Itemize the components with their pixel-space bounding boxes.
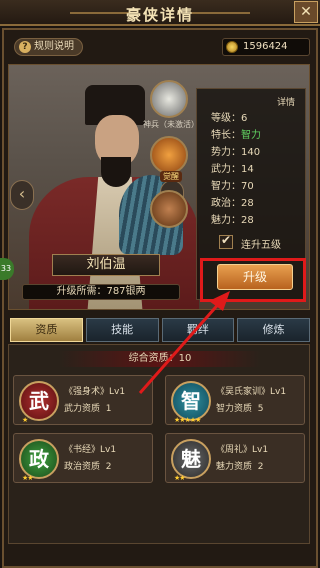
tab-training[interactable]: 修炼 — [237, 318, 310, 342]
details-header[interactable]: 详情 — [277, 95, 295, 108]
upgrade-five-checkbox[interactable] — [219, 233, 233, 249]
skill-name: 《吴氏家训》Lv1 — [216, 387, 287, 397]
tab-bar: 资质 技能 羁绊 修炼 — [10, 318, 310, 342]
title-bar: 豪侠详情 ✕ — [0, 0, 320, 26]
total-aptitude: 综合资质：10 — [59, 351, 261, 367]
skill-card-charm[interactable]: 魅 ★★ 《周礼》Lv1 魅力资质 2 — [165, 433, 305, 483]
horse-treasure-icon[interactable] — [150, 190, 188, 228]
skill-card-politics[interactable]: 政 ★★ 《书经》Lv1 政治资质 2 — [13, 433, 153, 483]
stat-power: 势力：140 — [211, 147, 261, 158]
intellect-glyph-icon: 智 — [171, 381, 211, 421]
question-icon: ? — [19, 41, 31, 53]
skill-desc: 武力资质 1 — [64, 404, 112, 414]
skill-name: 《强身术》Lv1 — [64, 387, 126, 397]
highlight-box — [200, 258, 306, 302]
stat-charm: 魅力：28 — [211, 215, 254, 226]
aptitude-panel: 综合资质：10 武 ★ 《强身术》Lv1 武力资质 1 智 ★★★★★ 《吴氏家… — [8, 344, 310, 544]
skill-name: 《书经》Lv1 — [64, 445, 117, 455]
skill-stars: ★★ — [174, 474, 186, 482]
skill-desc: 政治资质 2 — [64, 462, 112, 472]
treasure-label: 神兵（未激活） — [143, 120, 199, 129]
beast-treasure-icon[interactable] — [150, 136, 188, 174]
skill-card-intellect[interactable]: 智 ★★★★★ 《吴氏家训》Lv1 智力资质 5 — [165, 375, 305, 425]
tab-aptitude[interactable]: 资质 — [10, 318, 83, 342]
upgrade-cost: 升级所需：787银两 — [22, 284, 180, 300]
stat-force: 武力：14 — [211, 164, 254, 175]
charm-glyph-icon: 魅 — [171, 439, 211, 479]
skill-stars: ★ — [22, 416, 28, 424]
sword-treasure-icon[interactable] — [150, 80, 188, 118]
stat-level: 等级：6 — [211, 113, 248, 124]
stat-politics: 政治：28 — [211, 198, 254, 209]
stat-intellect: 智力：70 — [211, 181, 254, 192]
page-title: 豪侠详情 — [125, 6, 194, 24]
skill-card-force[interactable]: 武 ★ 《强身术》Lv1 武力资质 1 — [13, 375, 153, 425]
hero-name: 刘伯温 — [52, 254, 160, 276]
rules-label: 规则说明 — [34, 41, 74, 52]
skill-desc: 魅力资质 2 — [216, 462, 264, 472]
upgrade-five-label: 连升五级 — [241, 240, 281, 251]
skill-stars: ★★★★★ — [174, 416, 201, 424]
tab-skills[interactable]: 技能 — [85, 318, 159, 342]
skill-name: 《周礼》Lv1 — [216, 445, 269, 455]
coin-icon — [226, 41, 238, 53]
prev-hero-button[interactable]: ‹ — [10, 180, 34, 210]
skill-desc: 智力资质 5 — [216, 404, 264, 414]
close-button[interactable]: ✕ — [294, 1, 318, 23]
tab-bonds[interactable]: 羁绊 — [161, 318, 235, 342]
politics-glyph-icon: 政 — [19, 439, 59, 479]
hero-beard — [101, 157, 131, 187]
rules-button[interactable]: ? 规则说明 — [14, 38, 83, 56]
coin-amount: 1596424 — [243, 41, 288, 52]
coin-balance: 1596424 — [222, 38, 310, 56]
force-glyph-icon: 武 — [19, 381, 59, 421]
awaken-badge: 觉醒 — [160, 171, 182, 182]
stat-specialty: 特长：智力 — [211, 130, 261, 141]
skill-stars: ★★ — [22, 474, 34, 482]
